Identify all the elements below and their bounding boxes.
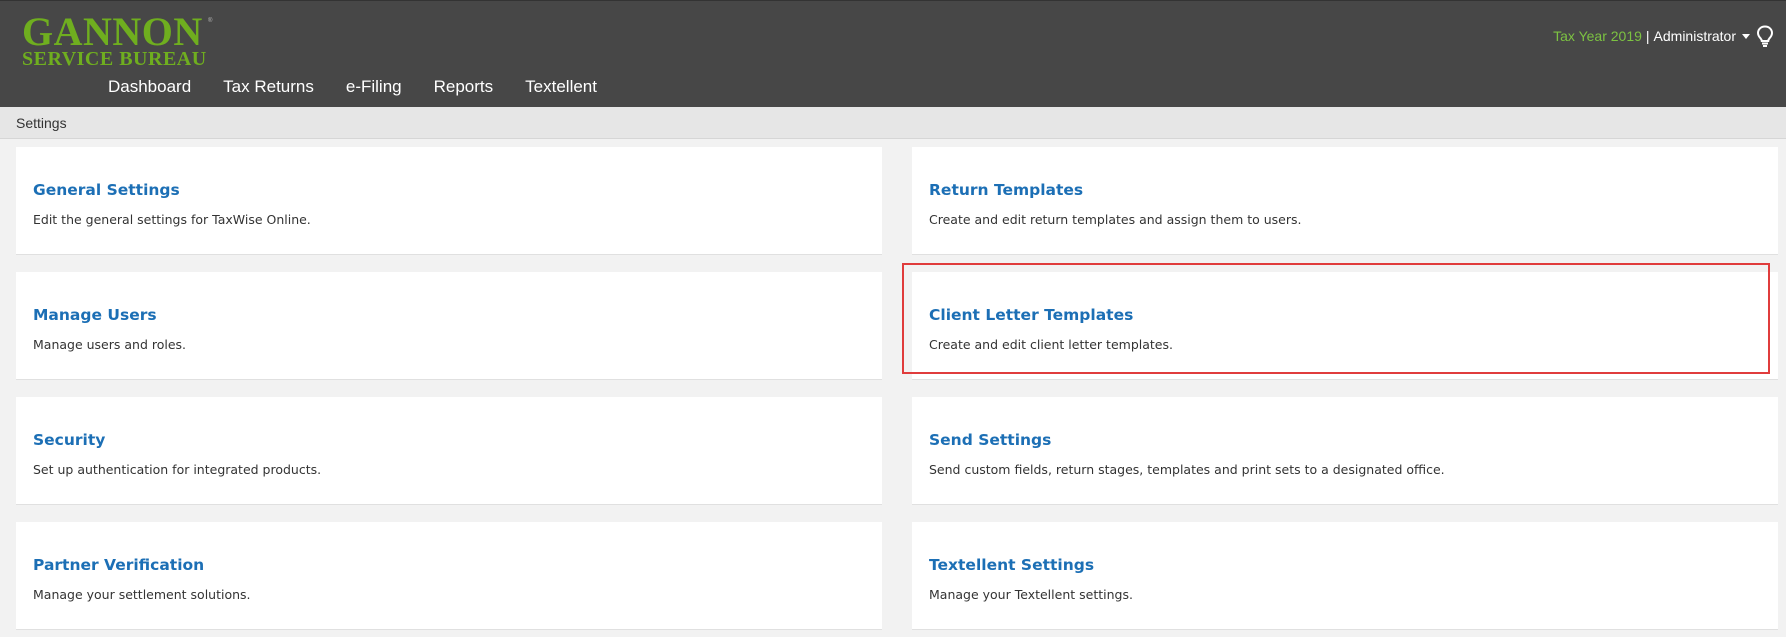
card-description: Create and edit return templates and ass… (929, 212, 1302, 227)
card-description: Manage your Textellent settings. (929, 587, 1133, 602)
card-title[interactable]: Return Templates (929, 181, 1083, 199)
breadcrumb-settings: Settings (16, 115, 67, 131)
nav-textellent[interactable]: Textellent (525, 77, 597, 97)
nav-e-filing[interactable]: e-Filing (346, 77, 402, 97)
gannon-logo[interactable]: GANNON SERVICE BUREAU ® (22, 9, 217, 70)
card-textellent-settings[interactable]: Textellent Settings Manage your Textelle… (912, 522, 1778, 630)
user-area: Tax Year 2019 | Administrator (1553, 25, 1774, 47)
card-partner-verification[interactable]: Partner Verification Manage your settlem… (16, 522, 882, 630)
card-title[interactable]: Partner Verification (33, 556, 204, 574)
card-description: Manage users and roles. (33, 337, 187, 352)
lightbulb-icon[interactable] (1756, 25, 1774, 47)
card-title[interactable]: Manage Users (33, 306, 157, 324)
top-navigation-bar: GANNON SERVICE BUREAU ® Dashboard Tax Re… (0, 0, 1786, 107)
card-title[interactable]: Send Settings (929, 431, 1051, 449)
card-manage-users[interactable]: Manage Users Manage users and roles. (16, 272, 882, 380)
card-title[interactable]: Security (33, 431, 105, 449)
card-description: Manage your settlement solutions. (33, 587, 251, 602)
logo-line-2: SERVICE BUREAU (22, 48, 207, 70)
card-title[interactable]: Client Letter Templates (929, 306, 1133, 324)
nav-reports[interactable]: Reports (434, 77, 494, 97)
logo-line-1: GANNON (22, 9, 203, 54)
separator: | (1645, 28, 1650, 44)
card-client-letter-templates[interactable]: Client Letter Templates Create and edit … (912, 272, 1778, 380)
breadcrumb: Settings (0, 107, 1786, 139)
tax-year-label[interactable]: Tax Year 2019 (1553, 28, 1642, 44)
card-title[interactable]: General Settings (33, 181, 180, 199)
card-general-settings[interactable]: General Settings Edit the general settin… (16, 147, 882, 255)
card-return-templates[interactable]: Return Templates Create and edit return … (912, 147, 1778, 255)
card-description: Edit the general settings for TaxWise On… (33, 212, 311, 227)
user-menu-label[interactable]: Administrator (1654, 28, 1736, 44)
card-send-settings[interactable]: Send Settings Send custom fields, return… (912, 397, 1778, 505)
card-description: Send custom fields, return stages, templ… (929, 462, 1445, 477)
card-description: Create and edit client letter templates. (929, 337, 1173, 352)
card-description: Set up authentication for integrated pro… (33, 462, 322, 477)
card-security[interactable]: Security Set up authentication for integ… (16, 397, 882, 505)
nav-dashboard[interactable]: Dashboard (108, 77, 191, 97)
logo-trademark: ® (208, 18, 213, 24)
caret-down-icon[interactable] (1742, 33, 1750, 39)
main-nav: Dashboard Tax Returns e-Filing Reports T… (108, 77, 629, 97)
card-title[interactable]: Textellent Settings (929, 556, 1094, 574)
nav-tax-returns[interactable]: Tax Returns (223, 77, 314, 97)
